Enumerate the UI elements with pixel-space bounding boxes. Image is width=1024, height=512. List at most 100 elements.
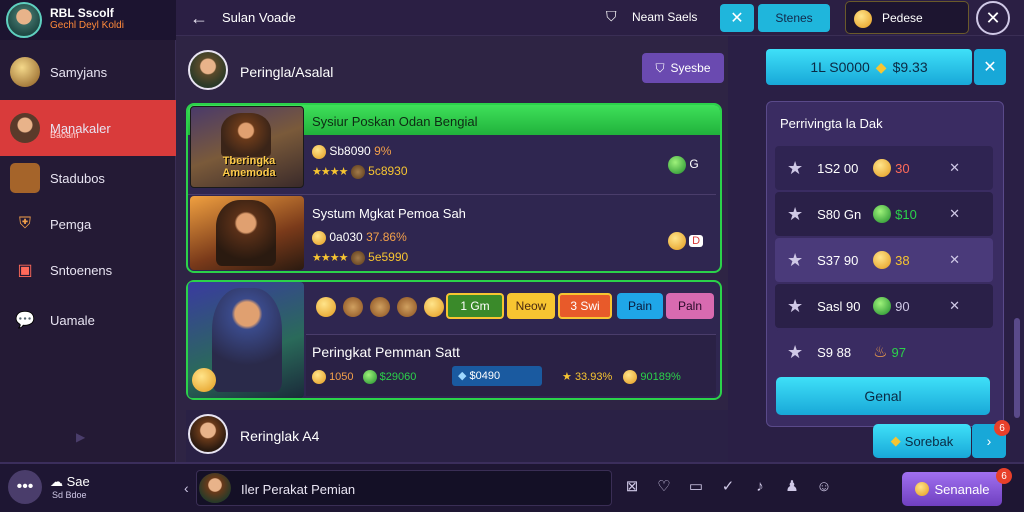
heart-icon[interactable]: ♡ [654, 476, 674, 496]
sidebar-item-label: Stadubos [50, 170, 105, 186]
tv-icon: ▣ [17, 262, 33, 279]
scrollbar[interactable] [1014, 318, 1020, 418]
divider [188, 194, 716, 195]
reward-row[interactable]: ★ S9 88 ♨ 97 [775, 330, 993, 374]
close-icon[interactable]: ✕ [949, 160, 960, 176]
back-arrow-icon[interactable]: ← [190, 8, 208, 29]
senanale-button[interactable]: Senanale [902, 472, 1002, 506]
coin-icon [873, 251, 892, 269]
chat-input[interactable]: Iler Perakat Pemian [196, 470, 612, 506]
game-thumbnail[interactable] [190, 196, 304, 270]
message-icon[interactable]: ▭ [686, 476, 706, 496]
coin-icons-row [316, 296, 445, 318]
gem-icon [362, 370, 377, 384]
gem-badge[interactable]: G [668, 156, 699, 174]
stat-value: 1050 [329, 370, 354, 383]
sidebar-item-uamale[interactable]: 💬 Uamale [0, 296, 176, 344]
avatar[interactable] [6, 2, 42, 38]
close-icon[interactable]: ✕ [949, 298, 960, 314]
reward-value: S9 88 [817, 344, 852, 360]
reward-value: S37 90 [817, 252, 859, 268]
thumbnail-text: Tberingka Amemoda [222, 155, 276, 179]
section-title: Reringlak A4 [240, 428, 320, 444]
left-label[interactable]: ☁ Sae [50, 474, 90, 490]
reward-row[interactable]: ★ S80 Gn $10 ✕ [775, 192, 993, 236]
users-icon[interactable]: ♟ [782, 476, 802, 496]
stat-value: 90189% [640, 371, 681, 383]
close-icon[interactable]: ✕ [949, 252, 960, 268]
sorebak-button[interactable]: ◆ Sorebak [873, 424, 971, 458]
sidebar-item-manakaler[interactable]: Manakaler Baoam [0, 100, 176, 156]
star-icon: ★ [787, 295, 804, 316]
coins-value: Sb8090 [329, 144, 371, 158]
reward-value: Sasl 90 [817, 298, 861, 314]
brand-title: RBL Sscolf [50, 6, 114, 20]
user-label[interactable]: Neam Saels [632, 10, 697, 24]
game-thumbnail[interactable]: Tberingka Amemoda [190, 106, 304, 188]
sidebar-item-pemga[interactable]: ⛨ Pemga [0, 200, 176, 248]
avatar[interactable] [188, 414, 228, 454]
coin-icon [350, 164, 365, 179]
star-icon: ★ [562, 371, 572, 383]
stat-value: $29060 [379, 370, 417, 383]
coin-badge[interactable]: D [668, 232, 704, 250]
tag-button[interactable]: 1 Gm [446, 293, 504, 319]
avatar[interactable] [188, 50, 228, 90]
left-label-text: Sae [66, 474, 90, 489]
coin-icon [343, 297, 364, 318]
buy-button[interactable]: 1L S0000 ◆ $9.33 [766, 49, 972, 85]
syesbe-button[interactable]: ⛉ Syesbe [642, 53, 724, 83]
coin-icon [312, 144, 326, 159]
game-thumbnail[interactable] [188, 282, 304, 398]
bell-icon[interactable]: ♪ [750, 476, 770, 496]
tag-button[interactable]: Paln [666, 293, 714, 319]
sidebar-item-samyjans[interactable]: Samyjans [0, 48, 176, 96]
sidebar-item-stadubos[interactable]: Stadubos [0, 154, 176, 202]
reward-row[interactable]: ★ 1S2 00 30 ✕ [775, 146, 993, 190]
reward-row[interactable]: ★ S37 90 38 ✕ [775, 238, 993, 282]
wallet[interactable]: Pedese [845, 1, 969, 34]
gem-icon [668, 156, 686, 174]
gem-icon: ◆ [890, 433, 901, 448]
sidebar-item-label: Sntoenens [50, 262, 113, 278]
user-icon: ⛉ [606, 8, 617, 24]
chat-input-text: Iler Perakat Pemian [241, 482, 356, 497]
badge-value: D [689, 234, 704, 247]
syesbe-label: Syesbe [670, 61, 711, 75]
tag-button[interactable]: Neow [507, 293, 555, 319]
close-icon[interactable]: ✕ [974, 49, 1006, 85]
stat-value: $0490 [469, 370, 501, 382]
translate-icon[interactable]: ⊠ [622, 476, 642, 496]
star-icon: ★ [787, 249, 804, 270]
close-filter-button[interactable]: ✕ [720, 4, 754, 32]
check-icon[interactable]: ✓ [718, 476, 738, 496]
tag-icon: ◆ [458, 370, 467, 382]
coin-icon [350, 250, 365, 265]
toolbar: ⊠ ♡ ▭ ✓ ♪ ♟ ☺ [622, 476, 834, 496]
stats-row: 1050 $29060 [312, 370, 416, 384]
chest-icon [10, 163, 40, 193]
sidebar-item-label: Samyjans [50, 64, 108, 80]
sidebar-item-label: Pemga [50, 216, 92, 232]
stat-pill[interactable]: ◆ $0490 [452, 366, 542, 386]
close-icon[interactable]: ✕ [976, 1, 1010, 35]
brand-header: RBL Sscolf Gechl Deyl Koldi [0, 0, 176, 40]
tag-button[interactable]: Pain [617, 293, 663, 319]
collapse-arrow-icon[interactable]: ▶ [76, 430, 85, 444]
sidebar-item-sntoenens[interactable]: ▣ Sntoenens [0, 246, 176, 294]
tag-button[interactable]: 3 Swi [558, 293, 612, 319]
cloud-icon: ☁ [50, 474, 63, 489]
emoji-icon[interactable]: ☺ [814, 476, 834, 496]
chevron-left-icon[interactable]: ‹ [184, 480, 189, 496]
wallet-label: Pedese [882, 11, 923, 25]
more-icon[interactable]: ••• [8, 470, 42, 504]
stenes-button[interactable]: Stenes [758, 4, 830, 32]
star-icon: ★ [787, 157, 804, 178]
genal-button[interactable]: Genal [776, 377, 990, 415]
star-rating-icon: ★★★★ [312, 252, 348, 264]
gem-icon: ◆ [875, 58, 887, 75]
close-icon[interactable]: ✕ [949, 206, 960, 222]
reward-amount: 90 [895, 298, 910, 314]
left-sub: Sd Bdoe [52, 490, 87, 500]
reward-row[interactable]: ★ Sasl 90 90 ✕ [775, 284, 993, 328]
